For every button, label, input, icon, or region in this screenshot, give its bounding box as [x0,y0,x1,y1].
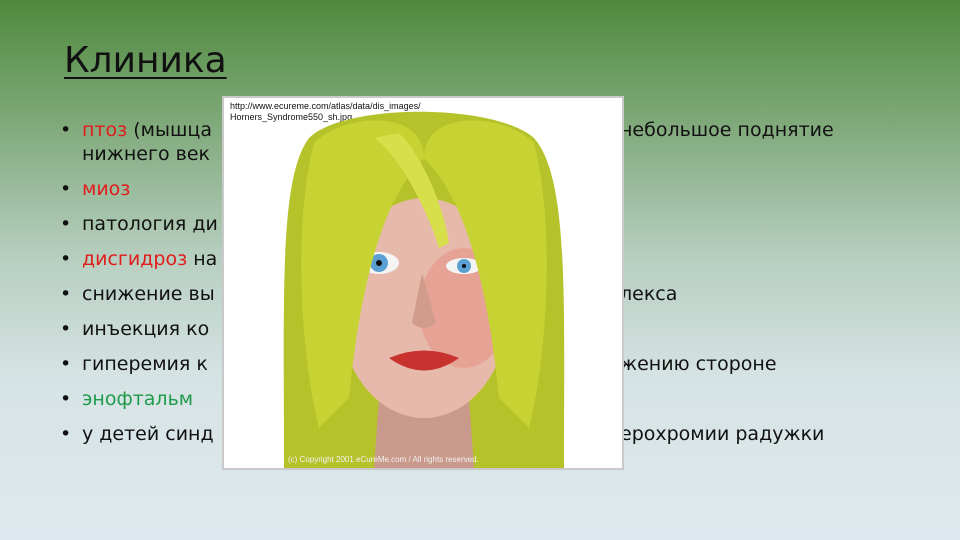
bullet-text: (мышца [127,119,212,141]
slide-title: Клиника [64,40,227,81]
bullet-dot: • [60,178,72,200]
bullet-dot: • [60,119,72,141]
photo-copyright: (c) Copyright 2001 eCureMe.com / All rig… [288,455,479,464]
bullet-text: ерохромии радужки [620,423,825,445]
bullet-text: небольшое поднятие [620,119,834,141]
bullet-dot: • [60,423,72,445]
bullet-dot: • [60,388,72,410]
bullet-dot: • [60,213,72,235]
bullet-text: гиперемия к [82,353,208,375]
bullet-dot: • [60,318,72,340]
bullet-text: снижение вы [82,283,215,305]
bullet-text: жению стороне [620,353,777,375]
face-illustration [283,111,565,468]
bullet-text: птоз [82,119,128,141]
bullet-text: инъекция ко [82,318,210,340]
bullet-dot: • [60,353,72,375]
bullet-text: энофтальм [82,388,194,410]
bullet-text-continued: нижнего век [82,143,211,165]
bullet-dot: • [60,248,72,270]
bullet-text: лекса [620,283,678,305]
bullet-text: миоз [82,178,131,200]
bullet-dot: • [60,283,72,305]
bullet-text: патология ди [82,213,218,235]
horner-syndrome-photo: http://www.ecureme.com/atlas/data/dis_im… [222,96,624,470]
bullet-text: дисгидроз [82,248,188,270]
bullet-text: на [187,248,218,270]
bullet-text: у детей синд [82,423,214,445]
